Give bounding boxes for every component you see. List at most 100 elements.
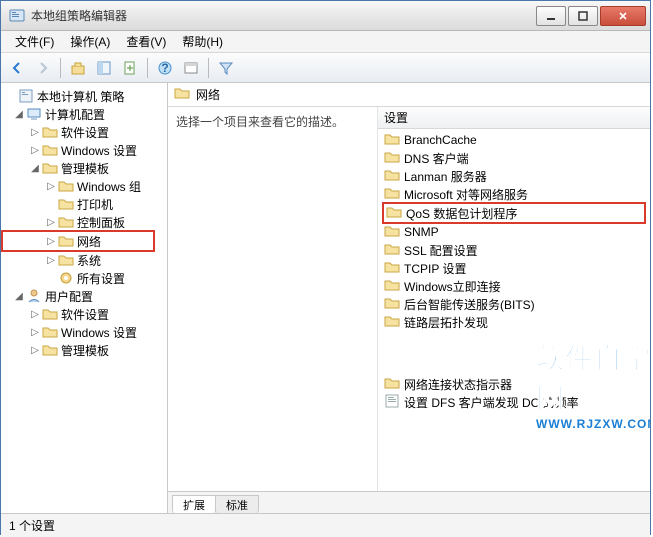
tree-all-settings[interactable]: 所有设置: [3, 269, 165, 287]
tree-label: 软件设置: [61, 306, 109, 323]
properties-button[interactable]: [179, 56, 203, 80]
list-item-label: TCPIP 设置: [404, 260, 466, 277]
svg-text:?: ?: [161, 61, 168, 75]
expander-icon[interactable]: ◢: [13, 291, 25, 302]
tree-label: 系统: [77, 252, 101, 269]
forward-button[interactable]: [31, 56, 55, 80]
folder-icon: [384, 313, 400, 332]
tree-user-config[interactable]: ◢ 用户配置: [3, 287, 165, 305]
tree-label: Windows 设置: [61, 324, 137, 341]
tree-label: 管理模板: [61, 342, 109, 359]
back-button[interactable]: [5, 56, 29, 80]
tree-computer-config[interactable]: ◢ 计算机配置: [3, 105, 165, 123]
folder-icon: [42, 342, 58, 358]
settings-list-column: 设置 BranchCacheDNS 客户端Lanman 服务器Microsoft…: [378, 107, 650, 491]
tree-root[interactable]: 本地计算机 策略: [3, 87, 165, 105]
menu-view[interactable]: 查看(V): [118, 31, 174, 52]
status-text: 1 个设置: [9, 517, 55, 534]
list-item[interactable]: 网络连接状态指示器: [382, 375, 646, 393]
up-button[interactable]: [66, 56, 90, 80]
list-item-label: 链路层拓扑发现: [404, 314, 488, 331]
tree-admin-templates[interactable]: ◢ 管理模板: [3, 159, 165, 177]
folder-icon: [384, 131, 400, 150]
right-pane-tabs: 扩展 标准: [168, 491, 650, 513]
tree-windows-settings[interactable]: ▷ Windows 设置: [3, 141, 165, 159]
list-item[interactable]: Windows立即连接: [382, 277, 646, 295]
folder-icon: [42, 306, 58, 322]
expander-icon[interactable]: ▷: [45, 236, 57, 247]
tree-user-windows-settings[interactable]: ▷ Windows 设置: [3, 323, 165, 341]
list-item[interactable]: TCPIP 设置: [382, 259, 646, 277]
expander-icon[interactable]: ▷: [45, 255, 57, 266]
app-icon: [9, 8, 25, 24]
tree-system[interactable]: ▷ 系统: [3, 251, 165, 269]
menu-help[interactable]: 帮助(H): [174, 31, 231, 52]
tree-pane[interactable]: 本地计算机 策略 ◢ 计算机配置 ▷ 软件设置 ▷ Windows 设置 ◢ 管…: [1, 83, 168, 513]
list-item[interactable]: 链路层拓扑发现: [382, 313, 646, 331]
export-list-button[interactable]: [118, 56, 142, 80]
minimize-button[interactable]: [536, 6, 566, 26]
maximize-button[interactable]: [568, 6, 598, 26]
tree-label: 软件设置: [61, 124, 109, 141]
folder-icon: [384, 149, 400, 168]
menu-file[interactable]: 文件(F): [7, 31, 62, 52]
folder-icon: [42, 124, 58, 140]
watermark-url: WWW.RJZXW.COM: [536, 417, 650, 431]
list-item[interactable]: SNMP: [382, 223, 646, 241]
user-icon: [26, 288, 42, 304]
expander-icon[interactable]: ▷: [29, 309, 41, 320]
tree-user-admin-templates[interactable]: ▷ 管理模板: [3, 341, 165, 359]
tree-network[interactable]: ▷ 网络: [3, 232, 153, 250]
expander-icon[interactable]: ▷: [29, 145, 41, 156]
toolbar-separator: [60, 58, 61, 78]
tree-label: 打印机: [77, 196, 113, 213]
list-item[interactable]: BranchCache: [382, 131, 646, 149]
folder-icon: [42, 160, 58, 176]
list-item-label: Lanman 服务器: [404, 168, 487, 185]
settings-icon: [58, 270, 74, 286]
filter-button[interactable]: [214, 56, 238, 80]
folder-icon: [58, 178, 74, 194]
expander-icon[interactable]: ◢: [13, 109, 25, 120]
tab-standard[interactable]: 标准: [215, 495, 259, 513]
window-title: 本地组策略编辑器: [31, 7, 536, 24]
expander-icon[interactable]: ▷: [45, 217, 57, 228]
menu-action[interactable]: 操作(A): [62, 31, 118, 52]
expander-icon[interactable]: ▷: [45, 181, 57, 192]
settings-list[interactable]: BranchCacheDNS 客户端Lanman 服务器Microsoft 对等…: [378, 129, 650, 413]
computer-icon: [26, 106, 42, 122]
folder-icon: [384, 223, 400, 242]
list-item[interactable]: SSL 配置设置: [382, 241, 646, 259]
list-item[interactable]: 后台智能传送服务(BITS): [382, 295, 646, 313]
show-hide-tree-button[interactable]: [92, 56, 116, 80]
folder-icon: [384, 295, 400, 314]
tree-printers[interactable]: 打印机: [3, 195, 165, 213]
folder-icon: [174, 85, 190, 104]
folder-icon: [384, 277, 400, 296]
expander-icon[interactable]: ▷: [29, 127, 41, 138]
expander-icon[interactable]: ▷: [29, 345, 41, 356]
tree-windows-components[interactable]: ▷ Windows 组: [3, 177, 165, 195]
right-pane: 网络 选择一个项目来查看它的描述。 设置 BranchCacheDNS 客户端L…: [168, 83, 650, 513]
tree-user-software-settings[interactable]: ▷ 软件设置: [3, 305, 165, 323]
list-item[interactable]: QoS 数据包计划程序: [384, 204, 644, 222]
expander-icon[interactable]: ◢: [29, 163, 41, 174]
client-area: 本地计算机 策略 ◢ 计算机配置 ▷ 软件设置 ▷ Windows 设置 ◢ 管…: [1, 83, 650, 513]
folder-icon: [42, 324, 58, 340]
help-button[interactable]: ?: [153, 56, 177, 80]
close-button[interactable]: [600, 6, 646, 26]
right-header-title: 网络: [196, 86, 220, 103]
tree-label: 管理模板: [61, 160, 109, 177]
tree-control-panel[interactable]: ▷ 控制面板: [3, 213, 165, 231]
statusbar: 1 个设置: [1, 513, 650, 537]
list-header[interactable]: 设置: [378, 107, 650, 129]
list-item[interactable]: Lanman 服务器: [382, 167, 646, 185]
expander-icon[interactable]: ▷: [29, 327, 41, 338]
list-item[interactable]: 设置 DFS 客户端发现 DC 的频率: [382, 393, 646, 411]
tree-software-settings[interactable]: ▷ 软件设置: [3, 123, 165, 141]
list-item[interactable]: DNS 客户端: [382, 149, 646, 167]
folder-icon: [384, 241, 400, 260]
list-item[interactable]: Microsoft 对等网络服务: [382, 185, 646, 203]
list-item-label: Microsoft 对等网络服务: [404, 186, 528, 203]
tab-extended[interactable]: 扩展: [172, 495, 216, 513]
